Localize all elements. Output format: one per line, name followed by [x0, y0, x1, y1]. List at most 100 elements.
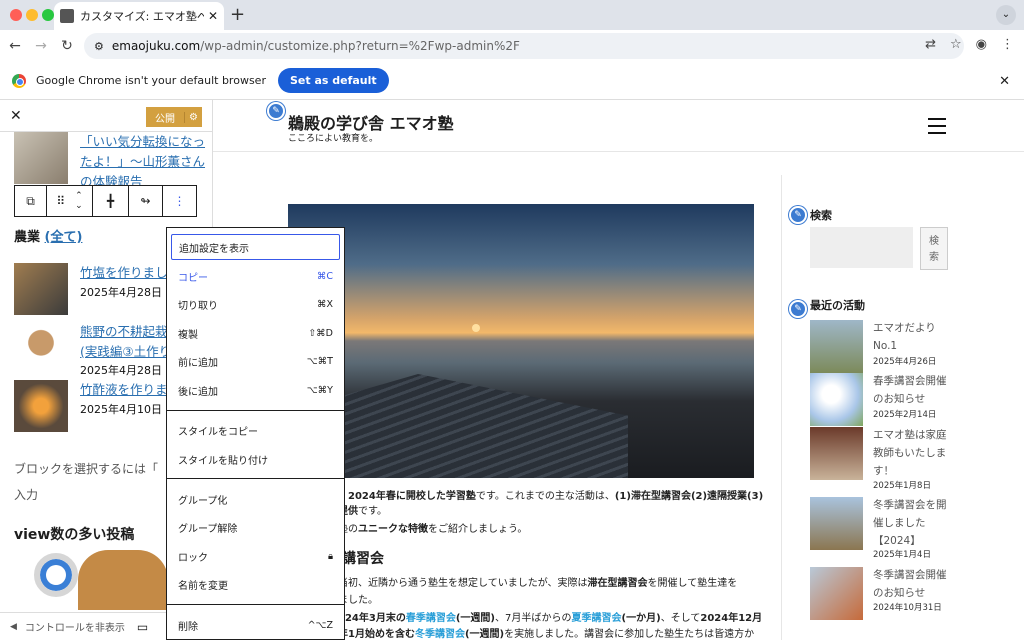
favicon-icon	[60, 9, 74, 23]
post-thumbnail	[14, 380, 68, 432]
block-options-icon[interactable]: ⋮	[163, 186, 196, 216]
hero-image	[288, 204, 754, 478]
post-thumbnail	[14, 132, 68, 184]
post-thumbnail	[14, 322, 68, 374]
content-link[interactable]: 春季講習会	[406, 613, 456, 624]
more-menu-icon[interactable]: ⋮	[1001, 37, 1014, 52]
drag-move-handle[interactable]: ⠿ ⌃ ⌄	[47, 186, 93, 216]
recent-date: 2025年1月4日	[873, 550, 931, 560]
back-icon[interactable]: ←	[2, 38, 28, 54]
browser-tab-strip: カスタマイズ: エマオ塾へようこ ✕ + ⌄	[0, 0, 1024, 30]
panel-header: ✕ 公開 ⚙	[0, 100, 212, 132]
recent-thumbnail[interactable]	[810, 567, 863, 620]
category-label: 農業	[14, 230, 41, 245]
menu-item-ungroup[interactable]: グループ解除	[167, 514, 344, 540]
menu-item-duplicate[interactable]: 複製 ⇧⌘D	[167, 320, 344, 346]
body-paragraph: 024年3月末の春季講習会(一週間)、7月半ばからの夏季講習会(一か月)、そして…	[338, 613, 763, 624]
menu-divider	[167, 478, 344, 479]
close-infobar-icon[interactable]: ✕	[999, 74, 1010, 89]
link-icon[interactable]: ↬	[129, 186, 163, 216]
recent-link[interactable]: 冬季講習会開催 のお知らせ	[873, 566, 947, 602]
popular-posts-heading: view数の多い投稿	[14, 527, 135, 543]
sidebar-divider	[781, 175, 782, 640]
post-thumbnail	[14, 263, 68, 315]
recent-link[interactable]: エマオだより No.1	[873, 319, 936, 355]
recent-thumbnail[interactable]	[810, 373, 863, 426]
menu-item-rename[interactable]: 名前を変更	[167, 571, 344, 597]
edit-shortcut-icon[interactable]: ✎	[267, 102, 285, 120]
address-bar[interactable]: ⚙ emaojuku.com/wp-admin/customize.php?re…	[84, 33, 964, 59]
browser-tab[interactable]: カスタマイズ: エマオ塾へようこ ✕	[54, 2, 224, 30]
forward-icon[interactable]: →	[28, 38, 54, 54]
reload-icon[interactable]: ↻	[54, 38, 80, 54]
translate-icon[interactable]: ⇄	[925, 37, 936, 52]
move-up-down-icon[interactable]: ⌃ ⌄	[75, 191, 83, 211]
search-input[interactable]	[810, 227, 913, 268]
recent-thumbnail[interactable]	[810, 497, 863, 550]
set-default-button[interactable]: Set as default	[277, 68, 389, 93]
new-tab-button[interactable]: +	[230, 4, 245, 25]
post-link[interactable]: 「いい気分転換になったよ！」〜山形薫さんの体験報告	[80, 132, 205, 192]
menu-item-show-more-settings[interactable]: 追加設定を表示	[171, 234, 340, 260]
tab-title: カスタマイズ: エマオ塾へようこ	[80, 10, 204, 23]
body-paragraph: 提供です。	[338, 506, 387, 517]
publish-settings-icon[interactable]: ⚙	[184, 111, 202, 123]
chrome-logo-icon	[12, 73, 26, 88]
profile-icon[interactable]: ◉	[976, 37, 987, 52]
default-browser-infobar: Google Chrome isn't your default browser…	[0, 62, 1024, 100]
search-button[interactable]: 検索	[920, 227, 948, 270]
menu-item-copy[interactable]: コピー ⌘C	[167, 263, 344, 289]
post-link[interactable]: 熊野の不耕起栽	[80, 322, 168, 342]
publish-button[interactable]: 公開 ⚙	[146, 107, 202, 127]
body-paragraph: 、2024年春に開校した学習塾です。これまでの主な活動は、(1)滞在型講習会(2…	[338, 491, 764, 502]
close-customizer-icon[interactable]: ✕	[10, 108, 22, 124]
align-icon[interactable]: ╋	[93, 186, 129, 216]
recent-date: 2025年2月14日	[873, 410, 937, 420]
bookmark-star-icon[interactable]: ☆	[950, 37, 962, 52]
desktop-preview-icon[interactable]: ▭	[137, 620, 148, 634]
menu-item-group[interactable]: グループ化	[167, 486, 344, 512]
recent-link[interactable]: エマオ塾は家庭 教師もいたしま す！	[873, 426, 947, 480]
recent-link[interactable]: 春季講習会開催 のお知らせ	[873, 372, 947, 408]
hamburger-menu-icon[interactable]	[928, 118, 946, 139]
category-all-link[interactable]: (全て)	[45, 230, 83, 245]
tab-search-icon[interactable]: ⌄	[996, 5, 1016, 25]
block-toolbar: ⧉ ⠿ ⌃ ⌄ ╋ ↬ ⋮	[14, 185, 197, 217]
edit-shortcut-icon[interactable]: ✎	[789, 206, 807, 224]
maximize-window-button[interactable]	[42, 9, 54, 21]
menu-item-lock[interactable]: ロック 🔒︎	[167, 543, 344, 569]
body-paragraph: 年1月始めを含む冬季講習会(一週間)を実施しました。講習会に参加した塾生たちは皆…	[338, 629, 755, 640]
menu-item-insert-before[interactable]: 前に追加 ⌥⌘T	[167, 348, 344, 374]
post-link[interactable]: 竹塩を作りまし	[80, 263, 168, 283]
recent-date: 2025年1月8日	[873, 481, 931, 491]
search-widget-heading: 検索	[810, 209, 832, 222]
recent-thumbnail[interactable]	[810, 427, 863, 480]
lock-icon: 🔒︎	[327, 550, 333, 562]
roof-shape	[328, 374, 628, 478]
menu-item-paste-styles[interactable]: スタイルを貼り付け	[167, 446, 344, 472]
site-info-icon[interactable]: ⚙	[94, 40, 104, 53]
post-date: 2025年4月10日	[80, 403, 162, 416]
drag-handle-icon[interactable]: ⠿	[56, 194, 65, 208]
post-link[interactable]: 竹酢液を作りま	[80, 380, 168, 400]
menu-item-delete[interactable]: 削除 ^⌥Z	[167, 612, 344, 638]
menu-divider	[167, 410, 344, 411]
post-date: 2025年4月28日	[80, 286, 162, 299]
close-window-button[interactable]	[10, 9, 22, 21]
close-tab-icon[interactable]: ✕	[208, 9, 218, 23]
menu-item-copy-styles[interactable]: スタイルをコピー	[167, 417, 344, 443]
site-tagline: こころによい教育を。	[288, 134, 379, 144]
post-link[interactable]: (実践編③土作り	[80, 342, 171, 362]
collapse-icon[interactable]: ◀	[10, 622, 17, 632]
transform-block-icon[interactable]: ⧉	[15, 186, 47, 216]
content-link[interactable]: 冬季講習会	[415, 629, 465, 640]
content-link[interactable]: 夏季講習会	[572, 613, 622, 624]
minimize-window-button[interactable]	[26, 9, 38, 21]
recent-thumbnail[interactable]	[810, 320, 863, 373]
edit-shortcut-icon[interactable]: ✎	[789, 300, 807, 318]
bear-illustration	[78, 550, 168, 610]
menu-item-cut[interactable]: 切り取り ⌘X	[167, 291, 344, 317]
menu-item-insert-after[interactable]: 後に追加 ⌥⌘Y	[167, 377, 344, 403]
recent-link[interactable]: 冬季講習会を開 催しました 【2024】	[873, 496, 947, 550]
publish-label: 公開	[155, 113, 175, 125]
